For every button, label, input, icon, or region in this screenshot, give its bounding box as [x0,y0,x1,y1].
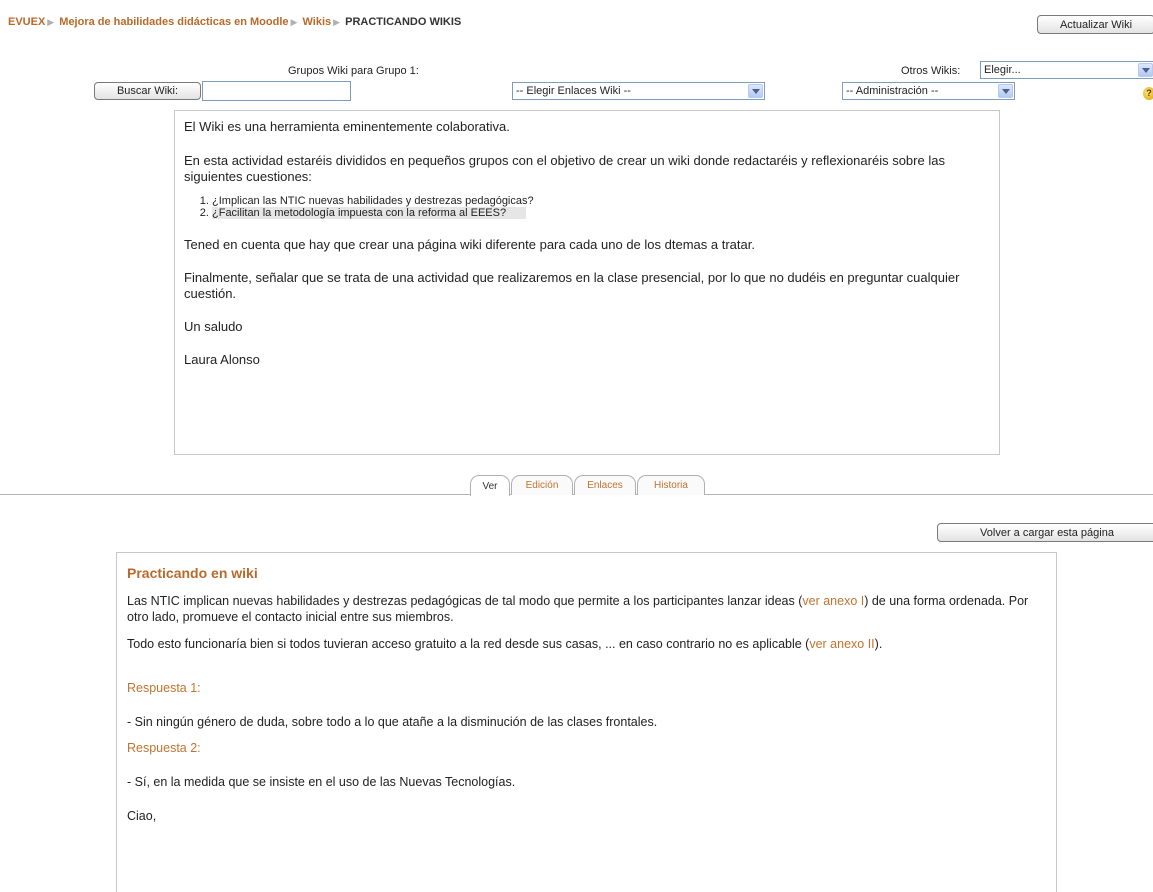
wiki-page-box: Practicando en wiki Las NTIC implican nu… [116,552,1057,892]
closing-text: Ciao, [127,809,157,823]
search-wiki-button[interactable]: Buscar Wiki: [94,82,201,100]
content-paragraph: En esta actividad estaréis divididos en … [184,153,945,184]
answer-1-text: - Sin ningún género de duda, sobre todo … [127,715,658,729]
wiki-description-box: El Wiki es una herramienta eminentemente… [174,110,1000,455]
answer-1-label: Respuesta 1: [127,681,201,695]
author-name: Laura Alonso [184,352,260,367]
breadcrumb: EVUEX ▶ Mejora de habilidades didácticas … [8,16,461,28]
admin-select-value: -- Administración -- [846,85,939,97]
paragraph-text: ). [874,637,883,651]
other-wikis-label: Otros Wikis: [901,65,961,77]
tab-ver[interactable]: Ver [470,475,510,496]
list-item: ¿Facilitan la metodología impuesta con l… [212,207,994,219]
annex-2-link[interactable]: ver anexo II [809,637,874,651]
content-paragraph: Finalmente, señalar que se trata de una … [184,270,960,301]
annex-1-link[interactable]: ver anexo I [802,594,864,608]
other-wikis-select-value: Elegir... [984,64,1021,76]
chevron-down-icon[interactable] [998,84,1013,98]
admin-select[interactable]: -- Administración -- [842,82,1015,100]
content-paragraph: Todo esto funcionaría bien si todos tuvi… [127,636,1047,652]
other-wikis-select[interactable]: Elegir... [980,61,1153,79]
tab-historia[interactable]: Historia [637,475,705,495]
breadcrumb-separator-icon: ▶ [290,17,298,27]
breadcrumb-link-course[interactable]: Mejora de habilidades didácticas en Mood… [59,16,288,28]
answer-2-label: Respuesta 2: [127,741,201,755]
help-icon[interactable]: ? [1143,87,1153,100]
breadcrumb-separator-icon: ▶ [47,17,55,27]
reload-page-button[interactable]: Volver a cargar esta página [937,523,1153,542]
chevron-down-icon[interactable] [1138,63,1153,77]
wiki-groups-label: Grupos Wiki para Grupo 1: [288,65,419,77]
wiki-page-title: Practicando en wiki [127,565,258,581]
chevron-down-icon[interactable] [748,84,763,98]
content-paragraph: Un saludo [184,319,243,334]
content-paragraph: Las NTIC implican nuevas habilidades y d… [127,593,1047,625]
update-wiki-button[interactable]: Actualizar Wiki [1037,15,1153,34]
search-wiki-input[interactable] [202,81,351,101]
breadcrumb-link-evuex[interactable]: EVUEX [8,16,45,28]
content-paragraph: Tened en cuenta que hay que crear una pá… [184,237,755,252]
wiki-links-select[interactable]: -- Elegir Enlaces Wiki -- [512,82,765,100]
list-item: ¿Implican las NTIC nuevas habilidades y … [212,195,994,207]
paragraph-text: Todo esto funcionaría bien si todos tuvi… [127,637,810,651]
tab-edicion[interactable]: Edición [511,475,573,495]
breadcrumb-link-wikis[interactable]: Wikis [303,16,332,28]
answer-2-text: - Sí, en la medida que se insiste en el … [127,775,516,789]
highlighted-text: ¿Facilitan la metodología impuesta con l… [212,207,527,219]
breadcrumb-separator-icon: ▶ [333,17,341,27]
paragraph-text: Las NTIC implican nuevas habilidades y d… [127,594,803,608]
content-paragraph: El Wiki es una herramienta eminentemente… [184,119,510,134]
breadcrumb-current: PRACTICANDO WIKIS [345,16,462,28]
tab-enlaces[interactable]: Enlaces [574,475,636,495]
wiki-links-select-value: -- Elegir Enlaces Wiki -- [516,85,631,97]
questions-list: ¿Implican las NTIC nuevas habilidades y … [184,195,994,219]
